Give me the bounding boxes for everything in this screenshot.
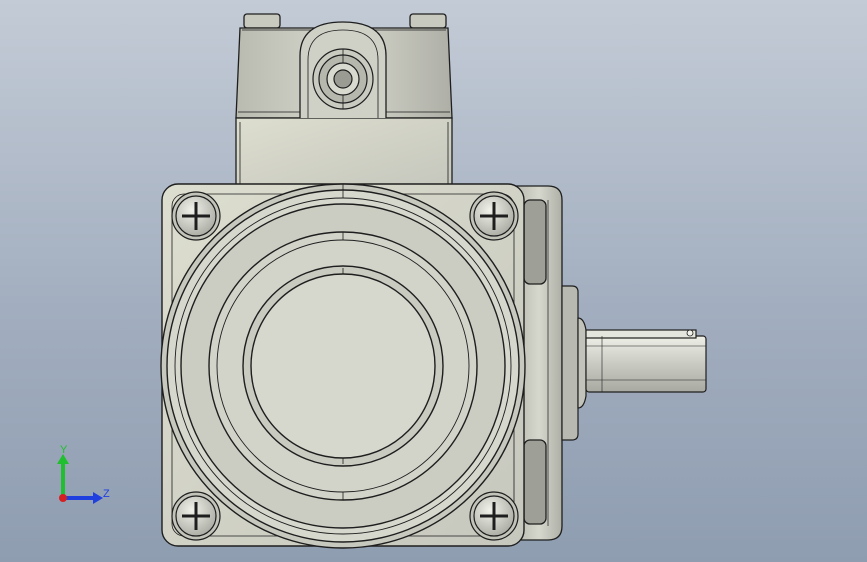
port-fitting[interactable] [312, 48, 374, 110]
y-axis-arrow [57, 454, 69, 498]
screw-bottom-right[interactable] [469, 491, 519, 541]
orientation-triad[interactable]: Y Z [48, 440, 118, 510]
z-axis-arrow [63, 492, 103, 504]
screw-bottom-left[interactable] [171, 491, 221, 541]
y-axis-label: Y [60, 444, 68, 456]
graphics-viewport[interactable]: Y Z [0, 0, 867, 562]
z-axis-label: Z [103, 488, 110, 500]
screw-top-left[interactable] [171, 191, 221, 241]
pump-model[interactable] [0, 0, 867, 562]
screw-top-right[interactable] [469, 191, 519, 241]
drive-shaft[interactable] [561, 285, 707, 441]
x-axis-origin-icon [59, 494, 67, 502]
front-flange[interactable] [160, 183, 526, 549]
